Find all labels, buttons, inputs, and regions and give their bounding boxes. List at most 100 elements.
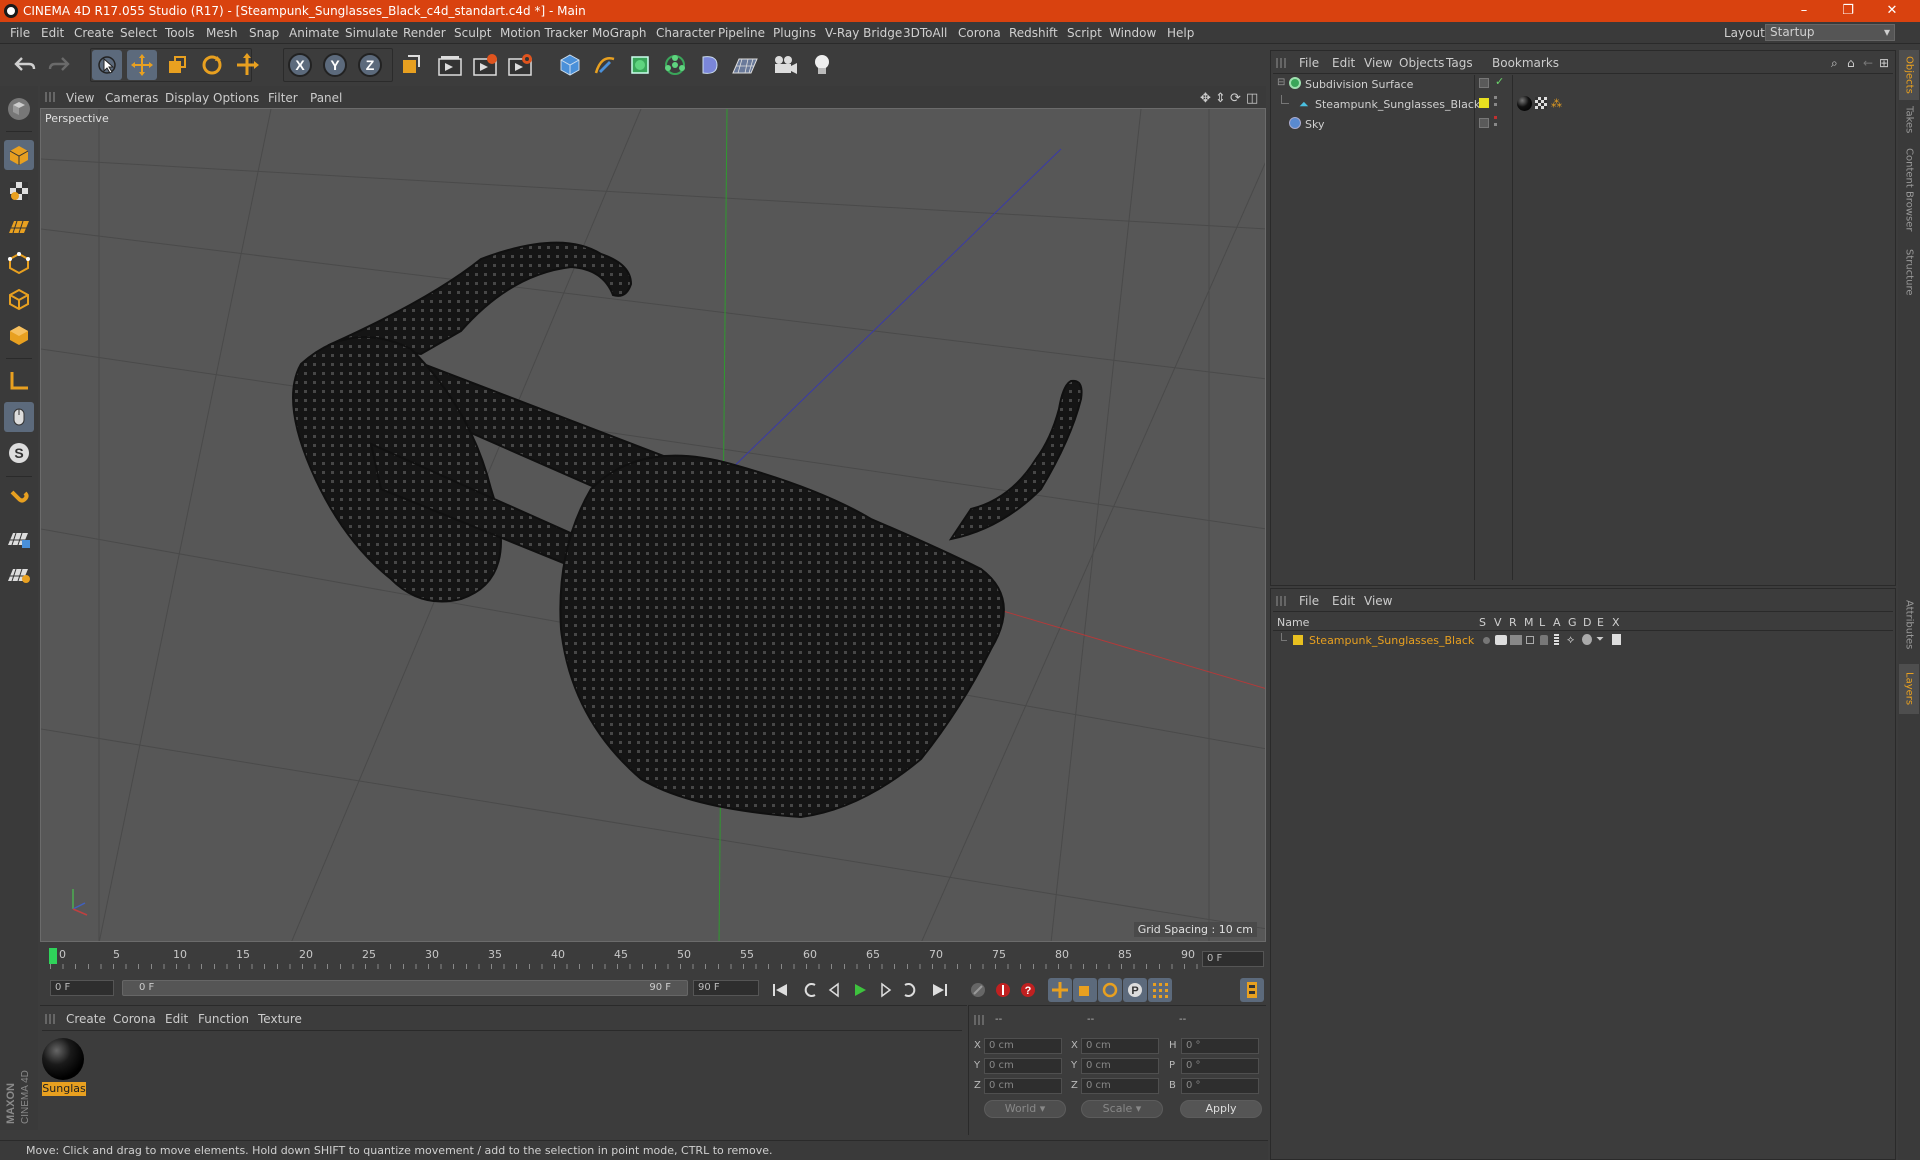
- start-frame-field[interactable]: 0 F: [50, 980, 114, 996]
- viewport-menu-view[interactable]: View: [66, 91, 94, 105]
- cube-primitive-icon[interactable]: [555, 50, 585, 80]
- tab-structure[interactable]: Structure: [1899, 242, 1919, 302]
- render-settings-icon[interactable]: [505, 50, 535, 80]
- restore-button[interactable]: ❐: [1826, 0, 1870, 22]
- menu-mesh[interactable]: Mesh: [206, 26, 238, 40]
- frame-range-slider[interactable]: 0 F 90 F: [122, 980, 688, 996]
- menu-plugins[interactable]: Plugins: [773, 26, 816, 40]
- render-dot[interactable]: [1494, 103, 1497, 106]
- visibility-dot[interactable]: [1494, 96, 1497, 99]
- layer-color-swatch[interactable]: [1293, 635, 1303, 645]
- enable-axis-icon[interactable]: [4, 366, 34, 396]
- objects-menu-bookmarks[interactable]: Bookmarks: [1492, 56, 1559, 70]
- timeline-ruler[interactable]: 0 5 10 15 20 25 30 35 40 45 50 55 60 65 …: [40, 944, 1266, 974]
- keyframe-selection-icon[interactable]: ?: [1016, 978, 1040, 1002]
- viewport-maximize-icon[interactable]: ◫: [1246, 91, 1258, 106]
- z-axis-lock-icon[interactable]: Z: [355, 50, 385, 80]
- material-menu-corona[interactable]: Corona: [113, 1012, 156, 1026]
- points-mode-icon[interactable]: [4, 248, 34, 278]
- new-view-icon[interactable]: ⊞: [1879, 56, 1889, 70]
- menu-tools[interactable]: Tools: [165, 26, 195, 40]
- view-eye-icon[interactable]: [1495, 635, 1507, 645]
- scale-tool-icon[interactable]: [162, 50, 192, 80]
- visibility-dot[interactable]: [1494, 116, 1497, 119]
- polygons-mode-icon[interactable]: [4, 320, 34, 350]
- key-pla-icon[interactable]: [1148, 978, 1172, 1002]
- objects-menu-edit[interactable]: Edit: [1332, 56, 1355, 70]
- cloner-mograph-icon[interactable]: [660, 50, 690, 80]
- deformer-icon[interactable]: [1582, 634, 1592, 645]
- menu-animate[interactable]: Animate: [289, 26, 339, 40]
- magnet-icon[interactable]: [4, 484, 34, 514]
- autokeying-icon[interactable]: [991, 978, 1015, 1002]
- layout-dropdown[interactable]: Startup ▾: [1765, 24, 1895, 41]
- record-active-icon[interactable]: [966, 978, 990, 1002]
- objects-menu-file[interactable]: File: [1299, 56, 1319, 70]
- lock-icon[interactable]: [1540, 635, 1548, 645]
- collapse-icon[interactable]: ⊟: [1277, 77, 1285, 88]
- solo-toggle-icon[interactable]: [1483, 637, 1490, 644]
- menu-edit[interactable]: Edit: [41, 26, 64, 40]
- go-to-start-icon[interactable]: [768, 978, 792, 1002]
- material-menu-function[interactable]: Function: [198, 1012, 249, 1026]
- menu-window[interactable]: Window: [1109, 26, 1156, 40]
- objects-menu-tags[interactable]: Tags: [1446, 56, 1473, 70]
- locked-workplane-icon[interactable]: [4, 524, 34, 554]
- y-axis-lock-icon[interactable]: Y: [320, 50, 350, 80]
- render-view-icon[interactable]: [435, 50, 465, 80]
- camera-icon[interactable]: [770, 50, 800, 80]
- menu-render[interactable]: Render: [403, 26, 446, 40]
- column-expressions[interactable]: E: [1597, 616, 1604, 629]
- menu-motion-tracker[interactable]: Motion Tracker: [500, 26, 588, 40]
- object-row-sky[interactable]: Sky: [1271, 115, 1871, 133]
- scale-dropdown[interactable]: Scale ▾: [1081, 1100, 1163, 1118]
- size-z-field[interactable]: 0 cm: [1081, 1078, 1159, 1094]
- layers-menu-view[interactable]: View: [1364, 594, 1392, 608]
- render-to-picture-viewer-icon[interactable]: [470, 50, 500, 80]
- end-frame-field[interactable]: 90 F: [693, 980, 759, 996]
- column-xrefs[interactable]: X: [1612, 616, 1620, 629]
- key-parameter-icon[interactable]: P: [1123, 978, 1147, 1002]
- viewport-zoom-icon[interactable]: ⇕: [1215, 91, 1226, 106]
- key-scale-icon[interactable]: [1073, 978, 1097, 1002]
- material-swatch[interactable]: Sunglas: [42, 1038, 86, 1096]
- viewport-menu-options[interactable]: Options: [213, 91, 259, 105]
- layers-menu-edit[interactable]: Edit: [1332, 594, 1355, 608]
- menu-snap[interactable]: Snap: [249, 26, 279, 40]
- floor-grid-icon[interactable]: [730, 50, 760, 80]
- search-icon[interactable]: ⌕: [1831, 56, 1838, 71]
- go-to-end-icon[interactable]: [928, 978, 952, 1002]
- edges-mode-icon[interactable]: [4, 284, 34, 314]
- pos-z-field[interactable]: 0 cm: [984, 1078, 1062, 1094]
- previous-frame-icon[interactable]: [823, 978, 847, 1002]
- uvw-tag-icon[interactable]: [1535, 97, 1547, 109]
- viewport-menu-cameras[interactable]: Cameras: [105, 91, 158, 105]
- select-arrow-icon[interactable]: [92, 50, 122, 80]
- tab-content-browser[interactable]: Content Browser: [1899, 140, 1919, 240]
- menu-help[interactable]: Help: [1167, 26, 1194, 40]
- make-editable-icon[interactable]: [4, 94, 34, 124]
- layer-color-swatch[interactable]: [1479, 78, 1489, 88]
- column-solo[interactable]: S: [1479, 616, 1486, 629]
- next-frame-icon[interactable]: [873, 978, 897, 1002]
- transform-tool-icon[interactable]: [232, 50, 262, 80]
- column-animation[interactable]: A: [1553, 616, 1561, 629]
- viewport-move-icon[interactable]: ✥: [1200, 91, 1211, 106]
- menu-pipeline[interactable]: Pipeline: [718, 26, 765, 40]
- menu-file[interactable]: File: [10, 26, 30, 40]
- menu-character[interactable]: Character: [656, 26, 715, 40]
- render-dot[interactable]: [1494, 123, 1497, 126]
- menu-vray-bridge[interactable]: V-Ray Bridge: [825, 26, 902, 40]
- menu-select[interactable]: Select: [120, 26, 157, 40]
- enabled-check-icon[interactable]: ✓: [1495, 75, 1504, 88]
- texture-mode-icon[interactable]: [4, 176, 34, 206]
- menu-redshift[interactable]: Redshift: [1009, 26, 1058, 40]
- spline-pen-icon[interactable]: [590, 50, 620, 80]
- tab-layers[interactable]: Layers: [1899, 664, 1919, 714]
- column-manager[interactable]: M: [1524, 616, 1534, 629]
- viewport-menu-filter[interactable]: Filter: [268, 91, 298, 105]
- material-menu-edit[interactable]: Edit: [165, 1012, 188, 1026]
- layer-row[interactable]: Steampunk_Sunglasses_Black ⟡ ⏷: [1273, 633, 1893, 649]
- menu-simulate[interactable]: Simulate: [345, 26, 398, 40]
- tab-objects[interactable]: Objects: [1899, 50, 1919, 100]
